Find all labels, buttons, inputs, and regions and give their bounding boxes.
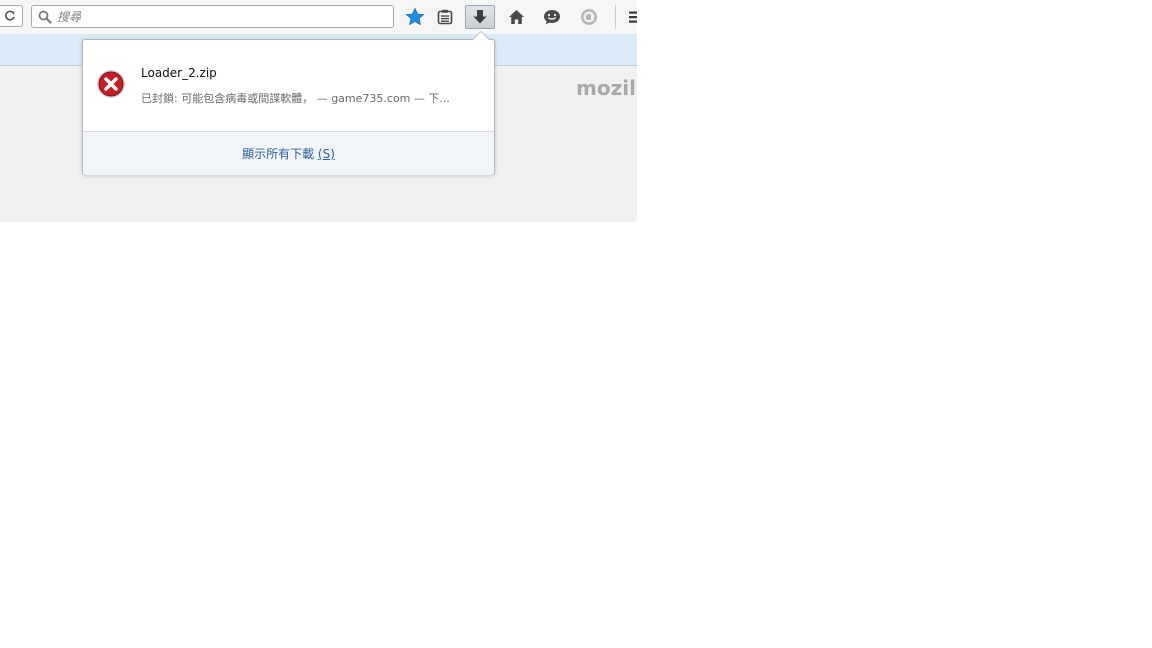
home-icon — [508, 10, 524, 24]
reload-icon — [5, 10, 15, 21]
navigation-toolbar — [0, 0, 637, 34]
clipboard-icon — [437, 9, 453, 25]
download-arrow-icon — [473, 10, 487, 24]
panel-arrow-fill — [473, 32, 489, 40]
pocket-icon — [581, 9, 597, 25]
show-all-downloads-label: 顯示所有下載 — [242, 147, 318, 161]
search-input[interactable] — [57, 8, 387, 25]
star-icon — [405, 7, 425, 26]
downloads-panel: Loader_2.zip 已封鎖: 可能包含病毒或間諜軟體， — game735… — [82, 39, 495, 175]
download-status: 已封鎖: 可能包含病毒或間諜軟體， — game735.com — 下... — [141, 92, 450, 105]
toolbar-separator — [615, 5, 616, 29]
downloads-panel-footer: 顯示所有下載 (S) — [83, 131, 494, 175]
bookmark-button[interactable] — [400, 5, 430, 29]
show-all-downloads-accesskey: (S) — [317, 147, 335, 161]
download-item[interactable]: Loader_2.zip 已封鎖: 可能包含病毒或間諜軟體， — game735… — [83, 40, 494, 131]
pocket-button[interactable] — [574, 5, 604, 29]
blocked-download-icon — [97, 70, 125, 98]
search-icon — [38, 10, 52, 24]
search-bar[interactable] — [31, 5, 394, 28]
hello-button[interactable] — [537, 5, 567, 29]
page-brand-text: mozilla — [576, 76, 637, 100]
reload-button[interactable] — [0, 5, 23, 27]
home-button[interactable] — [501, 5, 531, 29]
chat-bubble-icon — [544, 10, 560, 25]
download-filename: Loader_2.zip — [141, 66, 217, 80]
menu-button[interactable] — [620, 5, 637, 29]
hamburger-menu-icon — [629, 11, 637, 23]
reading-list-button[interactable] — [430, 5, 460, 29]
show-all-downloads-link[interactable]: 顯示所有下載 (S) — [242, 145, 335, 162]
downloads-button[interactable] — [465, 5, 495, 29]
